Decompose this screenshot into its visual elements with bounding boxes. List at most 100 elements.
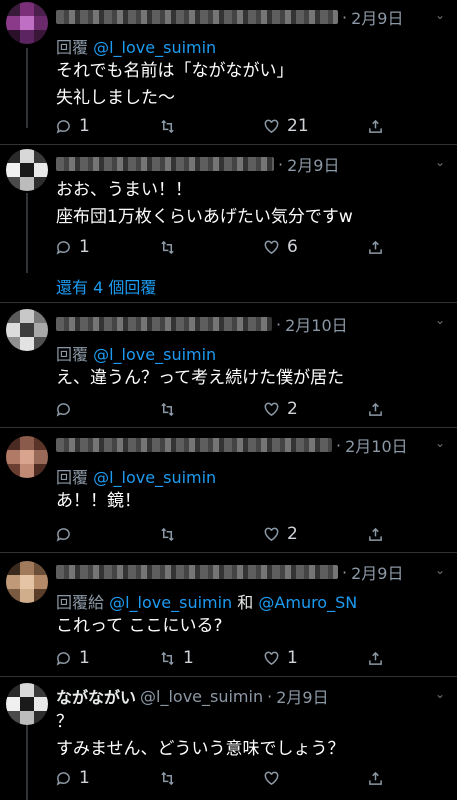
share-button[interactable] — [368, 527, 383, 542]
avatar[interactable] — [6, 683, 48, 725]
tweet-header: ながながい @l_love_suimin · 2月9日 — [56, 684, 425, 708]
mention-link[interactable]: @l_love_suimin — [93, 468, 216, 487]
separator: · — [342, 562, 348, 582]
tweet-text-line: 座布団1万枚くらいあげたい気分ですw — [56, 207, 353, 227]
share-icon — [369, 651, 382, 665]
tweet-text: え、違うん？って考え続けた僕が居た — [56, 365, 437, 392]
retweet-button[interactable] — [160, 119, 183, 134]
retweet-button[interactable] — [160, 527, 183, 542]
tweet-text-line: あ！！鏡！ — [56, 491, 141, 511]
heart-icon — [264, 527, 279, 541]
tweet-date[interactable]: 2月10日 — [345, 433, 408, 457]
blurred-author-name[interactable] — [56, 10, 338, 24]
share-button[interactable] — [368, 240, 383, 255]
chevron-down-icon[interactable]: ⌄ — [435, 437, 445, 449]
tweet-actions: 1 21 — [56, 115, 396, 137]
tweet[interactable]: · 2月9日 ⌄ おお、うまい！！ 座布団1万枚くらいあげたい気分ですw 1 6… — [0, 145, 457, 303]
heart-icon — [264, 771, 279, 785]
reply-icon — [56, 527, 70, 542]
chevron-down-icon[interactable]: ⌄ — [435, 9, 445, 21]
retweet-button[interactable] — [160, 771, 183, 786]
mention-link[interactable]: @l_love_suimin — [109, 593, 232, 612]
blurred-author-name[interactable] — [56, 438, 332, 452]
like-count: 6 — [287, 237, 298, 257]
share-button[interactable] — [368, 402, 383, 417]
chevron-down-icon[interactable]: ⌄ — [435, 564, 445, 576]
like-button[interactable]: 2 — [264, 524, 298, 544]
blurred-author-name[interactable] — [56, 317, 272, 331]
reply-icon — [56, 240, 70, 255]
tweet[interactable]: · 2月10日 ⌄ 回覆 @l_love_suimin え、違うん？って考え続け… — [0, 303, 457, 428]
tweet-date[interactable]: 2月10日 — [285, 312, 348, 336]
retweet-button[interactable] — [160, 402, 183, 417]
tweet[interactable]: · 2月9日 ⌄ 回覆 @l_love_suimin それでも名前は「ながながい… — [0, 0, 457, 145]
reply-button[interactable]: 1 — [56, 237, 90, 257]
reply-label: 回覆 — [56, 468, 89, 487]
separator: · — [342, 7, 348, 27]
tweet-text-line: え、違うん？って考え続けた僕が居た — [56, 368, 345, 388]
share-button[interactable] — [368, 119, 383, 134]
avatar[interactable] — [6, 309, 48, 351]
author-display-name[interactable]: ながながい — [56, 684, 136, 708]
retweet-button[interactable]: 1 — [160, 648, 194, 668]
chevron-down-icon[interactable]: ⌄ — [435, 314, 445, 326]
like-button[interactable]: 1 — [264, 648, 298, 668]
tweet-date[interactable]: 2月9日 — [287, 152, 339, 176]
tweet-text: おお、うまい！！ 座布団1万枚くらいあげたい気分ですw — [56, 177, 437, 231]
chevron-down-icon[interactable]: ⌄ — [435, 688, 445, 700]
reply-button[interactable]: 1 — [56, 768, 90, 788]
reply-button[interactable]: 1 — [56, 648, 90, 668]
reply-icon — [56, 771, 70, 786]
retweet-icon — [161, 402, 174, 416]
replying-to: 回覆給 @l_love_suimin 和 @Amuro_SN — [56, 589, 357, 613]
mention-link[interactable]: @Amuro_SN — [258, 593, 357, 612]
avatar[interactable] — [6, 2, 48, 44]
avatar[interactable] — [6, 436, 48, 478]
tweet-text: あ！！鏡！ — [56, 488, 437, 515]
share-icon — [369, 240, 382, 254]
tweet[interactable]: ながながい @l_love_suimin · 2月9日 ⌄ ？ すみません、どう… — [0, 677, 457, 800]
mention-link[interactable]: @l_love_suimin — [93, 38, 216, 57]
tweet-actions: 1 1 1 — [56, 647, 396, 669]
tweet-text-line: すみません、どういう意味でしょう？ — [56, 739, 345, 759]
tweet-date[interactable]: 2月9日 — [351, 560, 403, 584]
mention-link[interactable]: @l_love_suimin — [93, 345, 216, 364]
tweet-text-line: それでも名前は「ながながい」 — [56, 61, 294, 81]
tweet-date[interactable]: 2月9日 — [351, 5, 403, 29]
replying-to: 回覆 @l_love_suimin — [56, 464, 216, 488]
like-button[interactable]: 2 — [264, 399, 298, 419]
chevron-down-icon[interactable]: ⌄ — [435, 156, 445, 168]
author-handle[interactable]: @l_love_suimin — [140, 687, 263, 706]
retweet-icon — [161, 240, 174, 254]
blurred-author-name[interactable] — [56, 565, 338, 579]
retweet-button[interactable] — [160, 240, 183, 255]
show-more-replies-link[interactable]: 還有 4 個回覆 — [56, 274, 156, 298]
reply-and-label: 和 — [237, 593, 254, 612]
share-button[interactable] — [368, 651, 383, 666]
like-count: 2 — [287, 399, 298, 419]
reply-label: 回覆 — [56, 345, 89, 364]
share-button[interactable] — [368, 771, 383, 786]
avatar[interactable] — [6, 149, 48, 191]
reply-count: 1 — [79, 116, 90, 136]
tweet-header: · 2月9日 — [56, 561, 425, 583]
heart-icon — [264, 240, 279, 254]
tweet-text: ？ すみません、どういう意味でしょう？ — [56, 709, 437, 763]
tweet-text-line: これって ここにいる? — [56, 616, 223, 636]
retweet-icon — [161, 119, 174, 133]
reply-button[interactable] — [56, 402, 79, 417]
like-button[interactable]: 6 — [264, 237, 298, 257]
replying-to: 回覆 @l_love_suimin — [56, 341, 216, 365]
tweet-text: それでも名前は「ながながい」 失礼しました〜 — [56, 58, 437, 112]
tweet-header: · 2月9日 — [56, 6, 425, 28]
tweet[interactable]: · 2月9日 ⌄ 回覆給 @l_love_suimin 和 @Amuro_SN … — [0, 553, 457, 677]
like-button[interactable] — [264, 771, 287, 786]
tweet-date[interactable]: 2月9日 — [276, 684, 328, 708]
like-button[interactable]: 21 — [264, 116, 309, 136]
avatar[interactable] — [6, 561, 48, 603]
blurred-author-name[interactable] — [56, 157, 274, 171]
heart-icon — [264, 651, 279, 665]
reply-button[interactable]: 1 — [56, 116, 90, 136]
reply-button[interactable] — [56, 527, 79, 542]
tweet[interactable]: · 2月10日 ⌄ 回覆 @l_love_suimin あ！！鏡！ 2 — [0, 428, 457, 553]
